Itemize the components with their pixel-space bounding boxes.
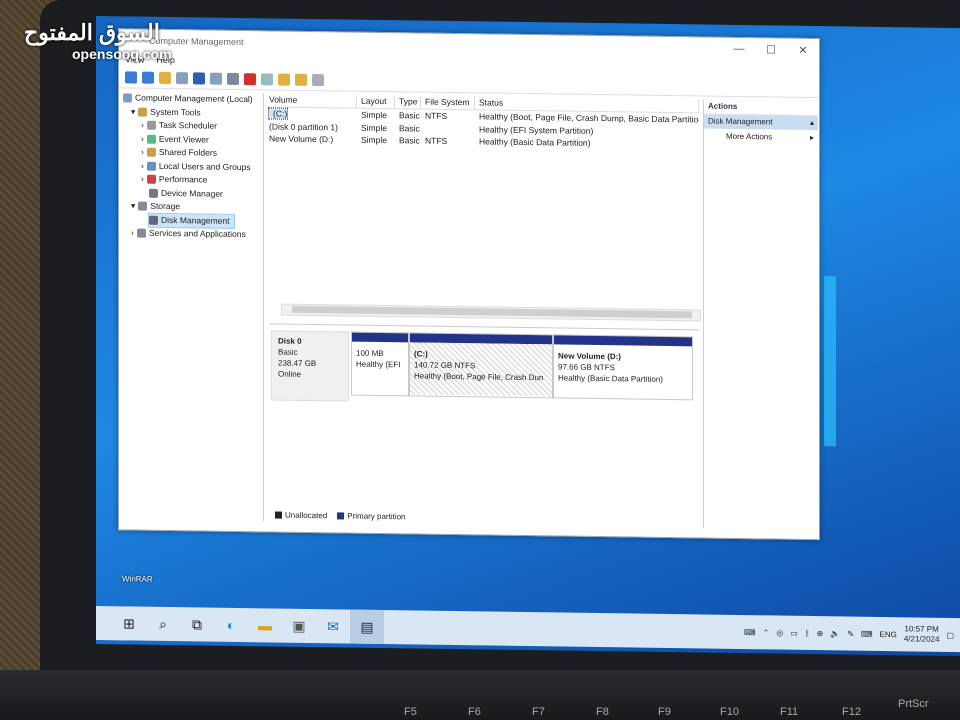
open-icon[interactable]	[278, 73, 290, 86]
language-indicator[interactable]: ENG	[880, 629, 897, 638]
back-icon[interactable]	[125, 71, 137, 84]
collapse-icon: ▴	[809, 117, 814, 128]
bluetooth-icon[interactable]: ᛒ	[805, 628, 810, 637]
maximize-button[interactable]: ☐	[755, 43, 787, 56]
show-tree-icon[interactable]	[176, 72, 188, 85]
key-f12: F12	[842, 706, 861, 718]
key-f8: F8	[596, 706, 609, 718]
volume-list: Volume Layout Type File System Status (C…	[265, 93, 699, 319]
forward-icon[interactable]	[142, 71, 154, 84]
clock-date: 4/21/2024	[903, 634, 940, 644]
keyboard-icon[interactable]: ⌨	[744, 628, 756, 637]
clock-time: 10:57 PM	[904, 624, 939, 634]
column-file-system[interactable]: File System	[421, 95, 475, 110]
console-icon[interactable]	[210, 72, 222, 85]
performance-icon	[146, 174, 156, 185]
tools-icon	[138, 107, 148, 117]
disk-graphical-view: Disk 0 Basic 238.47 GB Online 100 MB Hea…	[269, 323, 699, 531]
event-viewer-icon	[146, 134, 156, 144]
legend-unallocated: Unallocated	[275, 510, 327, 520]
column-layout[interactable]: Layout	[357, 94, 395, 109]
scrollbar-thumb[interactable]	[292, 305, 692, 319]
close-button[interactable]: ✕	[787, 43, 819, 56]
disk-icon	[149, 215, 158, 225]
users-icon	[146, 161, 156, 171]
legend: Unallocated Primary partition	[275, 510, 406, 521]
volume-icon[interactable]: 🔈	[830, 629, 840, 638]
navigation-tree: Computer Management (Local) ▾ System Tool…	[123, 91, 264, 522]
column-type[interactable]: Type	[395, 95, 421, 109]
disk-name: Disk 0	[278, 336, 302, 346]
key-f7: F7	[532, 706, 545, 718]
primary-swatch	[337, 512, 345, 520]
key-f9: F9	[658, 706, 671, 718]
delete-icon[interactable]	[244, 73, 256, 86]
up-folder-icon[interactable]	[159, 71, 171, 85]
chevron-right-icon: ▸	[809, 132, 814, 143]
partition-c[interactable]: (C:) 140.72 GB NTFS Healthy (Boot, Page …	[409, 332, 553, 399]
key-f5: F5	[404, 706, 417, 718]
legend-primary: Primary partition	[337, 511, 406, 521]
search-icon[interactable]	[295, 73, 307, 86]
disk-state: Online	[278, 369, 302, 379]
actions-disk-management[interactable]: Disk Management ▴	[704, 114, 818, 131]
view-icon[interactable]	[312, 74, 324, 87]
help-icon[interactable]	[193, 72, 205, 85]
mail-icon[interactable]: ✉	[316, 609, 350, 643]
partition-d[interactable]: New Volume (D:) 97.66 GB NTFS Healthy (B…	[553, 334, 693, 401]
device-manager-icon	[149, 188, 158, 198]
disk-type: Basic	[278, 347, 298, 357]
properties-icon[interactable]	[261, 73, 273, 86]
storage-icon	[138, 201, 148, 211]
actions-header: Actions	[704, 99, 818, 117]
watermark-latin: opensooq.com	[72, 46, 172, 62]
tree-item-services-applications[interactable]: › Services and Applications	[123, 226, 263, 241]
taskbar: ⊞ ⌕ ⧉ ◐ ▬ ▣ ✉ ▤ ⌨ ⌃ ◎ ▭ ᛒ ⊕ 🔈 ✎ ⌨ ENG 10…	[96, 606, 960, 653]
pen-icon[interactable]: ✎	[847, 629, 854, 638]
store-icon[interactable]: ▣	[282, 609, 316, 643]
computer-management-taskbar-icon[interactable]: ▤	[350, 609, 384, 645]
watermark-arabic: السوق المفتوح	[24, 20, 160, 45]
column-volume[interactable]: Volume	[265, 93, 357, 108]
file-explorer-icon[interactable]: ▬	[248, 608, 282, 642]
laptop-screen: WinRAR Computer Management — ☐ ✕ View He…	[96, 16, 960, 657]
touch-keyboard-icon[interactable]: ⌨	[861, 629, 873, 638]
services-icon	[136, 228, 146, 238]
start-icon[interactable]: ⊞	[112, 606, 146, 640]
key-f10: F10	[720, 706, 739, 718]
actions-pane: Actions Disk Management ▴ More Actions ▸	[703, 99, 818, 530]
opensooq-watermark: السوق المفتوح opensooq.com	[24, 20, 172, 62]
disk-info-panel[interactable]: Disk 0 Basic 238.47 GB Online	[271, 330, 349, 402]
notification-icon[interactable]: ▢	[946, 630, 954, 639]
battery-icon[interactable]: ▭	[790, 628, 798, 637]
more-actions[interactable]: More Actions ▸	[704, 128, 818, 146]
partition-efi[interactable]: 100 MB Healthy (EFI	[351, 331, 409, 397]
edge-icon[interactable]: ◐	[214, 608, 248, 642]
task-view-icon[interactable]: ⧉	[180, 607, 214, 641]
chevron-up-icon[interactable]: ⌃	[763, 628, 770, 637]
tree-item-computer-management[interactable]: Computer Management (Local)	[123, 91, 263, 106]
globe-icon[interactable]: ⊕	[817, 629, 824, 638]
minimize-button[interactable]: —	[723, 42, 755, 55]
computer-icon	[123, 93, 132, 103]
shared-folder-icon	[146, 147, 156, 158]
connect-icon[interactable]	[227, 72, 239, 85]
network-icon[interactable]: ◎	[776, 628, 783, 637]
key-f11: F11	[780, 706, 799, 718]
system-tray: ⌨ ⌃ ◎ ▭ ᛒ ⊕ 🔈 ✎ ⌨ ENG 10:57 PM 4/21/2024…	[744, 622, 960, 645]
search-icon[interactable]: ⌕	[146, 607, 180, 641]
disk-size: 238.47 GB	[278, 358, 317, 369]
unallocated-swatch	[275, 511, 282, 519]
winrar-desktop-icon[interactable]: WinRAR	[122, 574, 153, 583]
key-f6: F6	[468, 706, 481, 718]
computer-management-window: Computer Management — ☐ ✕ View Help Comp…	[118, 28, 820, 541]
clock[interactable]: 10:57 PM 4/21/2024	[904, 624, 940, 644]
key-prtscr: PrtScr	[898, 698, 929, 710]
clock-icon	[146, 120, 156, 131]
desktop-tile	[824, 276, 836, 447]
